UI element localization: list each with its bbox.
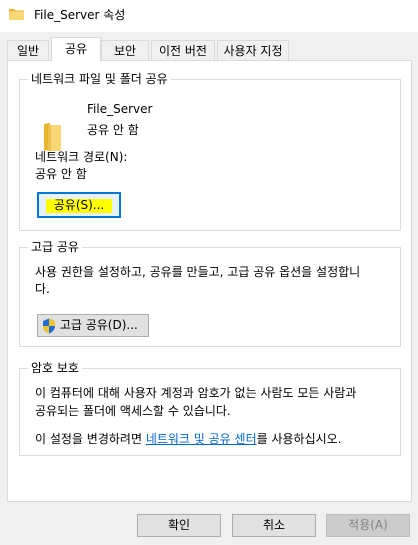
- advanced-sharing-description: 사용 권한을 설정하고, 공유를 만들고, 고급 공유 옵션을 설정합니: [35, 265, 361, 279]
- share-status: 공유 안 함: [87, 123, 139, 137]
- network-path-label: 네트워크 경로(N):: [35, 150, 128, 164]
- uac-shield-icon: [43, 318, 55, 333]
- advanced-sharing-button[interactable]: 고급 공유(D)...: [37, 314, 149, 337]
- advanced-sharing-description-cont: 다.: [35, 282, 50, 296]
- change-setting-text: 이 설정을 변경하려면 네트워크 및 공유 센터를 사용하십시오.: [35, 431, 342, 447]
- shared-folder-icon: [44, 123, 61, 151]
- network-path-value: 공유 안 함: [35, 167, 87, 181]
- advanced-sharing-button-label: 고급 공유(D)...: [59, 318, 138, 332]
- share-button[interactable]: 공유(S)...: [37, 192, 121, 218]
- group-title: 고급 공유: [28, 240, 82, 254]
- password-protection-description-cont: 공유되는 폴더에 액세스할 수 있습니다.: [35, 404, 231, 418]
- cancel-button[interactable]: 취소: [232, 514, 316, 537]
- share-button-label: 공유(S)...: [53, 198, 105, 212]
- folder-icon: [9, 9, 24, 20]
- folder-name: File_Server: [87, 102, 153, 116]
- advanced-sharing-group: 고급 공유 사용 권한을 설정하고, 공유를 만들고, 고급 공유 옵션을 설정…: [19, 240, 401, 347]
- change-setting-prefix: 이 설정을 변경하려면: [35, 432, 146, 446]
- tab-customize[interactable]: 사용자 지정: [217, 40, 289, 60]
- network-sharing-center-link[interactable]: 네트워크 및 공유 센터: [146, 432, 257, 446]
- group-title: 네트워크 파일 및 폴더 공유: [28, 72, 171, 86]
- change-setting-suffix: 를 사용하십시오.: [256, 432, 342, 446]
- sharing-tab-panel: 네트워크 파일 및 폴더 공유 File_Server 공유 안 함 네트워크 …: [7, 60, 412, 502]
- password-protection-description: 이 컴퓨터에 대해 사용자 계정과 암호가 없는 사람도 모든 사람과: [35, 386, 357, 400]
- apply-button[interactable]: 적용(A): [326, 514, 410, 537]
- group-title: 암호 보호: [28, 361, 82, 375]
- tab-security[interactable]: 보안: [101, 40, 149, 60]
- tab-sharing[interactable]: 공유: [51, 37, 101, 62]
- password-protection-group: 암호 보호 이 컴퓨터에 대해 사용자 계정과 암호가 없는 사람도 모든 사람…: [19, 361, 401, 456]
- window-title: File_Server 속성: [34, 8, 126, 22]
- title-bar: File_Server 속성: [0, 0, 418, 32]
- ok-button[interactable]: 확인: [137, 514, 221, 537]
- network-sharing-group: 네트워크 파일 및 폴더 공유 File_Server 공유 안 함 네트워크 …: [19, 72, 401, 231]
- tab-general[interactable]: 일반: [7, 40, 49, 60]
- tab-previous-versions[interactable]: 이전 버전: [151, 40, 215, 60]
